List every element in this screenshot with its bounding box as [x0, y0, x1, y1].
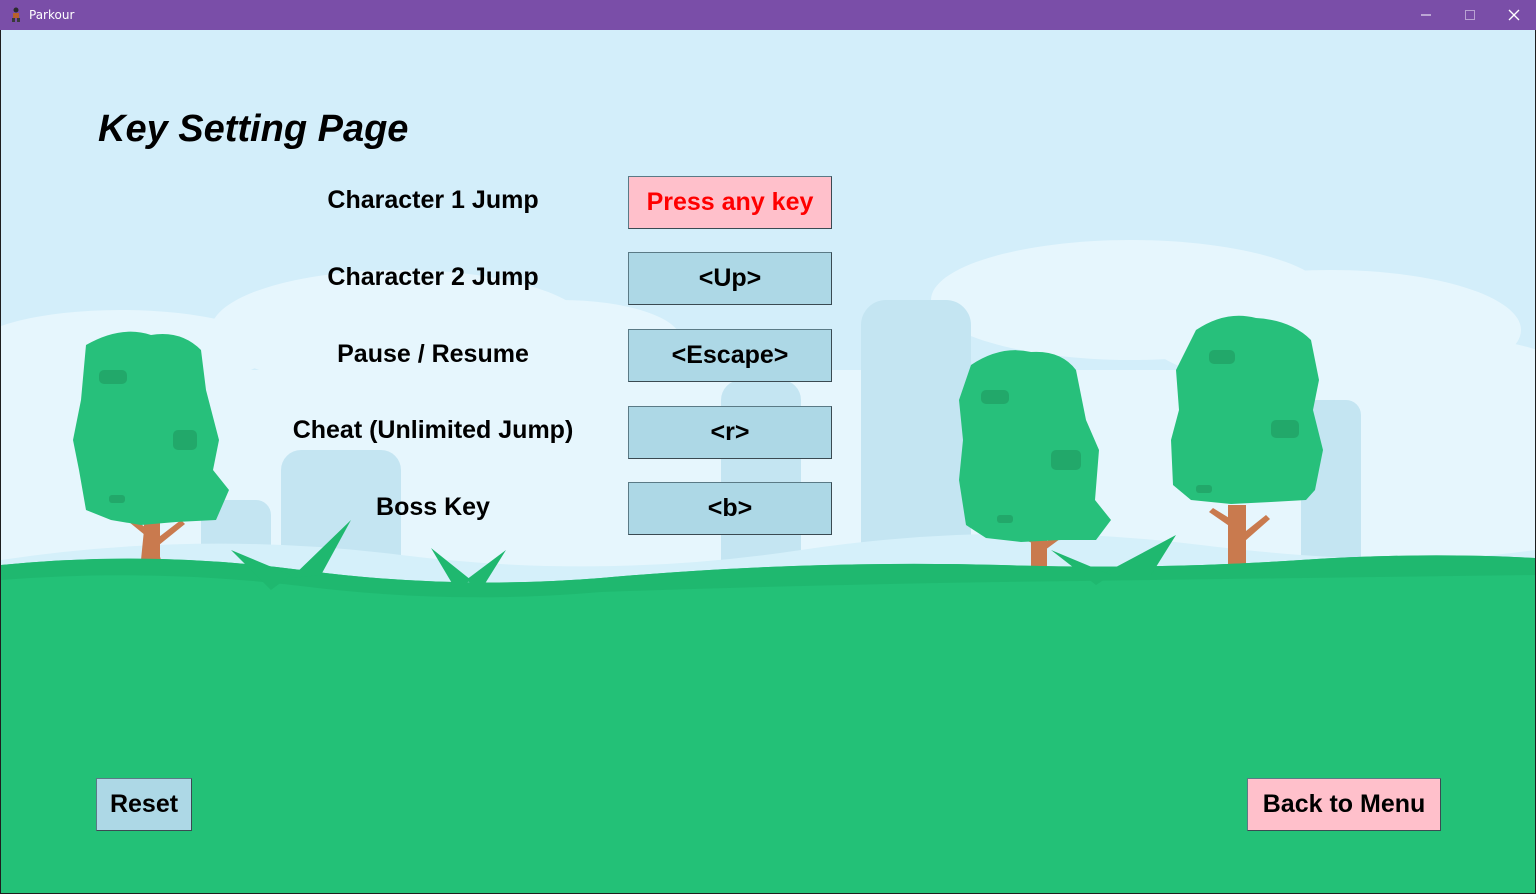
reset-button[interactable]: Reset: [96, 778, 192, 831]
close-icon: [1508, 9, 1520, 21]
maximize-button[interactable]: [1448, 0, 1492, 30]
binding-label-character-1-jump: Character 1 Jump: [327, 186, 539, 214]
key-button-character-1-jump[interactable]: Press any key: [628, 176, 832, 229]
maximize-icon: [1465, 10, 1475, 20]
game-canvas: Key Setting Page Character 1 Jump Press …: [1, 30, 1535, 893]
minimize-icon: [1421, 14, 1431, 16]
binding-label-boss-key: Boss Key: [376, 493, 490, 521]
key-button-boss-key[interactable]: <b>: [628, 482, 832, 535]
minimize-button[interactable]: [1404, 0, 1448, 30]
back-to-menu-button[interactable]: Back to Menu: [1247, 778, 1441, 831]
window-titlebar: Parkour: [0, 0, 1536, 30]
key-button-cheat[interactable]: <r>: [628, 406, 832, 459]
key-button-pause-resume[interactable]: <Escape>: [628, 329, 832, 382]
binding-label-pause-resume: Pause / Resume: [337, 340, 529, 368]
key-button-character-2-jump[interactable]: <Up>: [628, 252, 832, 305]
page-title: Key Setting Page: [98, 108, 409, 150]
binding-label-character-2-jump: Character 2 Jump: [327, 263, 539, 291]
close-button[interactable]: [1492, 0, 1536, 30]
parkour-character-icon: [12, 7, 20, 22]
window-title: Parkour: [29, 8, 75, 22]
background-landscape: [1, 240, 1535, 893]
binding-label-cheat: Cheat (Unlimited Jump): [292, 416, 574, 444]
